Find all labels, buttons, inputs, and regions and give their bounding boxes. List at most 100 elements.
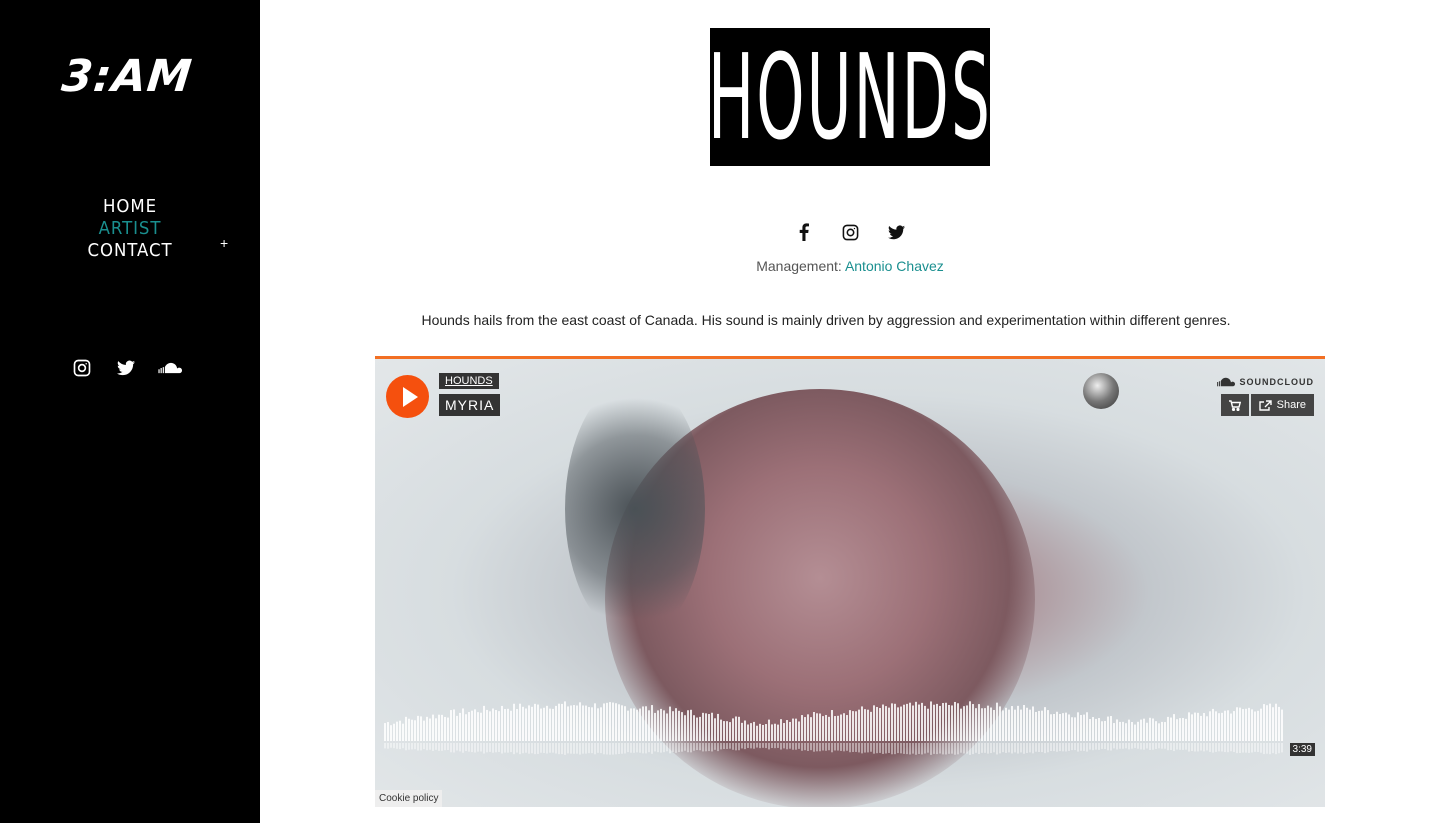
waveform-bar [1206, 716, 1208, 741]
waveform-reflection-bar [1110, 743, 1112, 751]
play-button[interactable] [386, 375, 429, 418]
waveform-reflection-bar [684, 743, 686, 751]
sidebar: 3:AM HOME ARTIST CONTACT + [0, 0, 260, 823]
waveform-bar [1101, 721, 1103, 741]
waveform-reflection-bar [801, 743, 803, 751]
waveform-bar [987, 705, 989, 741]
twitter-icon[interactable] [884, 220, 908, 244]
waveform-reflection-bar [750, 743, 752, 749]
waveform-reflection-bar [681, 743, 683, 752]
waveform-bar [795, 718, 797, 741]
waveform-reflection-bar [1173, 743, 1175, 752]
nav-artist[interactable]: ARTIST [10, 218, 249, 240]
waveform-reflection-bar [630, 743, 632, 753]
nav-home[interactable]: HOME [10, 196, 249, 218]
buy-button[interactable] [1220, 394, 1249, 416]
waveform-bar [1125, 723, 1127, 741]
waveform-bar [666, 713, 668, 741]
waveform-bar [438, 714, 440, 741]
waveform-bar [786, 720, 788, 741]
waveform-bar [1086, 712, 1088, 741]
waveform-reflection-bar [504, 743, 506, 753]
waveform-reflection-bar [819, 743, 821, 752]
waveform-reflection-bar [483, 743, 485, 754]
waveform-bar [774, 723, 776, 741]
waveform-reflection-bar [396, 743, 398, 749]
player-track-title[interactable]: MYRIA [439, 394, 501, 416]
waveform-bar [1098, 717, 1100, 741]
waveform-reflection-bar [912, 743, 914, 754]
waveform-reflection-bar [618, 743, 620, 755]
instagram-icon[interactable] [70, 356, 94, 380]
waveform-bar [429, 718, 431, 741]
waveform-bar [1032, 706, 1034, 741]
waveform-reflection-bar [660, 743, 662, 753]
waveform-reflection-bar [387, 743, 389, 749]
soundcloud-player[interactable]: HOUNDS MYRIA SOUNDCLOUD Share 3:39 Cooki… [375, 356, 1325, 807]
waveform-bar [906, 703, 908, 741]
waveform-bar [564, 701, 566, 741]
facebook-icon[interactable] [792, 220, 816, 244]
waveform-bar [702, 712, 704, 741]
player-artist-link[interactable]: HOUNDS [439, 373, 499, 389]
waveform-reflection-bar [423, 743, 425, 750]
waveform-reflection-bar [384, 743, 386, 749]
waveform-reflection-bar [1179, 743, 1181, 750]
waveform-bar [636, 709, 638, 741]
waveform-reflection-bar [765, 743, 767, 749]
waveform-reflection-bar [837, 743, 839, 751]
waveform-reflection-bar [432, 743, 434, 751]
waveform-reflection-bar [1260, 743, 1262, 753]
waveform-bar [1176, 719, 1178, 741]
waveform-reflection-bar [807, 743, 809, 751]
waveform-bar [408, 718, 410, 741]
share-button[interactable]: Share [1250, 394, 1314, 416]
waveform-reflection-bar [645, 743, 647, 754]
waveform-bar [840, 714, 842, 741]
waveform-bar [1173, 714, 1175, 741]
waveform-bar [984, 708, 986, 741]
management-link[interactable]: Antonio Chavez [845, 258, 944, 274]
waveform-reflection-bar [453, 743, 455, 753]
waveform-reflection-bar [915, 743, 917, 755]
waveform-bar [1221, 712, 1223, 741]
waveform-bar [1008, 709, 1010, 741]
waveform-reflection-bar [1104, 743, 1106, 750]
waveform-reflection-bar [831, 743, 833, 753]
site-logo[interactable]: 3:AM [59, 51, 204, 102]
waveform-reflection-bar [702, 743, 704, 752]
instagram-icon[interactable] [838, 220, 862, 244]
waveform-bar [591, 707, 593, 741]
nav-expand-icon[interactable]: + [220, 236, 232, 250]
waveform-reflection-bar [1095, 743, 1097, 750]
artist-logo-text: HOUNDS [708, 28, 992, 166]
waveform-reflection-bar [993, 743, 995, 753]
waveform-bar [942, 703, 944, 741]
waveform-bar [1056, 711, 1058, 741]
waveform-reflection-bar [1224, 743, 1226, 753]
waveform-reflection-bar [402, 743, 404, 749]
waveform-bar [1020, 709, 1022, 741]
waveform-bar [1077, 712, 1079, 741]
waveform-reflection-bar [690, 743, 692, 753]
waveform-reflection-bar [906, 743, 908, 755]
waveform-bar [579, 702, 581, 741]
waveform-bar [657, 710, 659, 741]
waveform-bar [831, 710, 833, 741]
twitter-icon[interactable] [114, 356, 138, 380]
waveform-bar [843, 713, 845, 741]
waveform-bar [417, 715, 419, 741]
soundcloud-icon[interactable] [158, 356, 182, 380]
waveform-reflection-bar [399, 743, 401, 750]
waveform-reflection-bar [552, 743, 554, 753]
waveform[interactable] [384, 699, 1289, 759]
waveform-reflection-bar [417, 743, 419, 751]
waveform-reflection-bar [522, 743, 524, 754]
waveform-bar [513, 703, 515, 741]
waveform-bar [900, 706, 902, 741]
waveform-reflection-bar [960, 743, 962, 753]
waveform-reflection-bar [570, 743, 572, 754]
cookie-policy-link[interactable]: Cookie policy [375, 790, 443, 807]
soundcloud-logo[interactable]: SOUNDCLOUD [1214, 377, 1315, 387]
waveform-bar [954, 701, 956, 741]
